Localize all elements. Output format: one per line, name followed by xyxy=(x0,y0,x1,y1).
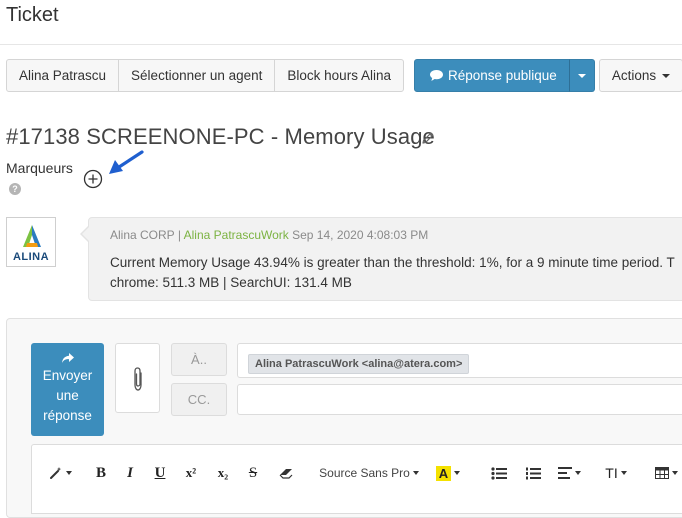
table-icon xyxy=(654,467,669,479)
bullet-list-icon xyxy=(491,466,507,480)
align-left-icon xyxy=(557,467,572,479)
message-org: Alina CORP xyxy=(110,228,175,242)
company-logo: ALINA xyxy=(6,217,56,267)
send-label: réponse xyxy=(43,408,92,423)
chevron-down-icon xyxy=(412,471,419,475)
message-author-link[interactable]: Alina PatrascuWork xyxy=(184,228,289,242)
superscript-button[interactable]: x² xyxy=(182,461,200,485)
public-reply-label: Réponse publique xyxy=(447,68,557,83)
send-label: une xyxy=(56,388,79,403)
share-arrow-icon xyxy=(61,353,74,363)
magic-wand-icon xyxy=(49,467,61,479)
select-agent-button[interactable]: Sélectionner un agent xyxy=(118,59,276,92)
annotation-arrow-icon xyxy=(109,150,144,174)
title-divider xyxy=(0,44,682,45)
message-notch-inner xyxy=(82,227,89,241)
public-reply-button[interactable]: Réponse publique xyxy=(413,59,570,92)
font-family-dropdown[interactable]: Source Sans Pro xyxy=(319,461,419,485)
bullet-list-button[interactable] xyxy=(490,461,508,485)
attach-button[interactable] xyxy=(115,343,160,413)
message-body: Current Memory Usage 43.94% is greater t… xyxy=(110,253,675,293)
chevron-down-icon xyxy=(620,471,627,475)
edit-pencil-icon[interactable] xyxy=(420,130,436,146)
text-size-dropdown[interactable]: TI xyxy=(602,461,630,485)
strikethrough-button[interactable]: S xyxy=(245,461,261,485)
message-body-line: Current Memory Usage 43.94% is greater t… xyxy=(110,255,675,270)
reply-editor: B I U x² x₂ S Source Sans Pro A TI xyxy=(31,444,682,514)
send-label: Envoyer xyxy=(42,368,93,383)
cc-label-button[interactable]: CC. xyxy=(171,383,227,416)
send-reply-button[interactable]: Envoyer une réponse xyxy=(31,343,104,436)
actions-label: Actions xyxy=(611,68,657,83)
chevron-down-icon xyxy=(662,73,671,78)
chevron-down-icon xyxy=(671,471,678,475)
numbered-list-button[interactable] xyxy=(524,461,542,485)
message-header: Alina CORP | Alina PatrascuWork Sep 14, … xyxy=(110,228,428,242)
logo-mark-icon xyxy=(23,225,41,247)
to-recipients-field[interactable]: Alina PatrascuWork <alina@atera.com> xyxy=(237,343,682,378)
message-body-line: chrome: 511.3 MB | SearchUI: 131.4 MB xyxy=(110,275,352,290)
recipient-chip[interactable]: Alina PatrascuWork <alina@atera.com> xyxy=(248,354,470,374)
to-label-button[interactable]: À.. xyxy=(171,343,227,376)
ticket-title: #17138 SCREENONE-PC - Memory Usage xyxy=(6,124,435,149)
page-title: Ticket xyxy=(6,4,59,26)
public-reply-dropdown[interactable] xyxy=(568,59,595,92)
cc-field[interactable] xyxy=(237,384,682,415)
highlight-dropdown[interactable]: A xyxy=(434,461,462,485)
font-family-value: Source Sans Pro xyxy=(319,466,410,480)
subscript-button[interactable]: x₂ xyxy=(214,461,232,485)
actions-dropdown[interactable]: Actions xyxy=(598,59,682,92)
chevron-down-icon xyxy=(574,471,581,475)
table-dropdown[interactable] xyxy=(652,461,680,485)
logo-text: ALINA xyxy=(12,251,50,263)
comment-icon xyxy=(429,70,443,81)
help-icon[interactable]: ? xyxy=(9,183,21,195)
numbered-list-icon xyxy=(526,467,541,479)
underline-button[interactable]: U xyxy=(152,461,168,485)
chevron-down-icon xyxy=(454,471,461,475)
eraser-icon xyxy=(279,469,293,479)
block-hours-button[interactable]: Block hours Alina xyxy=(274,59,404,92)
markers-label: Marqueurs xyxy=(6,160,73,176)
align-dropdown[interactable] xyxy=(555,461,583,485)
italic-button[interactable]: I xyxy=(123,461,137,485)
chevron-down-icon xyxy=(577,73,586,78)
chevron-down-icon xyxy=(65,471,72,475)
text-size-icon: TI xyxy=(605,465,618,481)
highlight-icon: A xyxy=(435,465,452,481)
assignee-button[interactable]: Alina Patrascu xyxy=(6,59,120,92)
message-separator: | xyxy=(177,228,181,242)
eraser-button[interactable] xyxy=(277,461,297,485)
add-marker-icon[interactable] xyxy=(83,169,103,189)
ticket-toolbar: Alina Patrascu Sélectionner un agent Blo… xyxy=(6,59,682,92)
magic-wand-dropdown[interactable] xyxy=(46,461,74,485)
message-timestamp: Sep 14, 2020 4:08:03 PM xyxy=(292,228,429,242)
bold-button[interactable]: B xyxy=(93,461,109,485)
paperclip-icon xyxy=(134,367,142,391)
